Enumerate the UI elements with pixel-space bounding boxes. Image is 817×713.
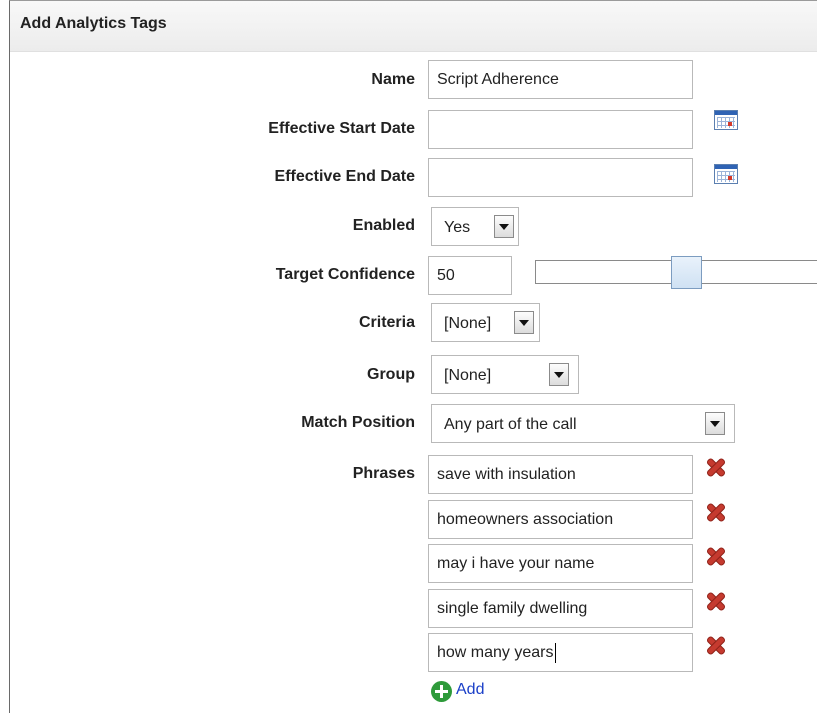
match-position-select[interactable]: Any part of the call <box>431 404 735 443</box>
enabled-label: Enabled <box>352 217 415 234</box>
add-phrase-link[interactable]: Add <box>456 681 484 699</box>
group-label: Group <box>367 366 415 383</box>
calendar-icon[interactable] <box>714 164 738 184</box>
end-date-label: Effective End Date <box>274 168 415 185</box>
start-date-input[interactable] <box>428 110 693 149</box>
name-input[interactable]: Script Adherence <box>428 60 693 99</box>
chevron-down-icon[interactable] <box>705 412 725 435</box>
phrase-input-active[interactable]: how many years <box>428 633 693 672</box>
target-confidence-label: Target Confidence <box>275 266 415 283</box>
add-plus-icon[interactable] <box>431 681 452 702</box>
chevron-down-icon[interactable] <box>549 363 569 386</box>
phrase-input[interactable]: single family dwelling <box>428 589 693 628</box>
match-position-label: Match Position <box>301 414 415 431</box>
phrase-input[interactable]: may i have your name <box>428 544 693 583</box>
delete-x-icon[interactable] <box>706 591 726 611</box>
group-select[interactable]: [None] <box>431 355 579 394</box>
panel-title: Add Analytics Tags <box>20 15 167 32</box>
criteria-select[interactable]: [None] <box>431 303 540 342</box>
delete-x-icon[interactable] <box>706 457 726 477</box>
group-value: [None] <box>444 367 492 384</box>
chevron-down-icon[interactable] <box>514 311 534 334</box>
calendar-icon[interactable] <box>714 110 738 130</box>
criteria-label: Criteria <box>358 314 415 331</box>
start-date-label: Effective Start Date <box>268 120 415 137</box>
delete-x-icon[interactable] <box>706 502 726 522</box>
slider-thumb[interactable] <box>671 256 702 289</box>
enabled-select[interactable]: Yes <box>431 207 519 246</box>
enabled-value: Yes <box>444 219 471 236</box>
phrase-input[interactable]: homeowners association <box>428 500 693 539</box>
panel-header: Add Analytics Tags <box>10 1 817 52</box>
end-date-input[interactable] <box>428 158 693 197</box>
chevron-down-icon[interactable] <box>494 215 514 238</box>
match-position-value: Any part of the call <box>444 416 577 433</box>
name-label: Name <box>371 71 415 88</box>
phrases-label: Phrases <box>352 465 415 482</box>
delete-x-icon[interactable] <box>706 546 726 566</box>
phrase-input[interactable]: save with insulation <box>428 455 693 494</box>
criteria-value: [None] <box>444 315 492 332</box>
confidence-slider[interactable] <box>535 256 817 289</box>
target-confidence-input[interactable]: 50 <box>428 256 512 295</box>
delete-x-icon[interactable] <box>706 635 726 655</box>
analytics-tags-panel: Add Analytics Tags <box>9 0 817 713</box>
